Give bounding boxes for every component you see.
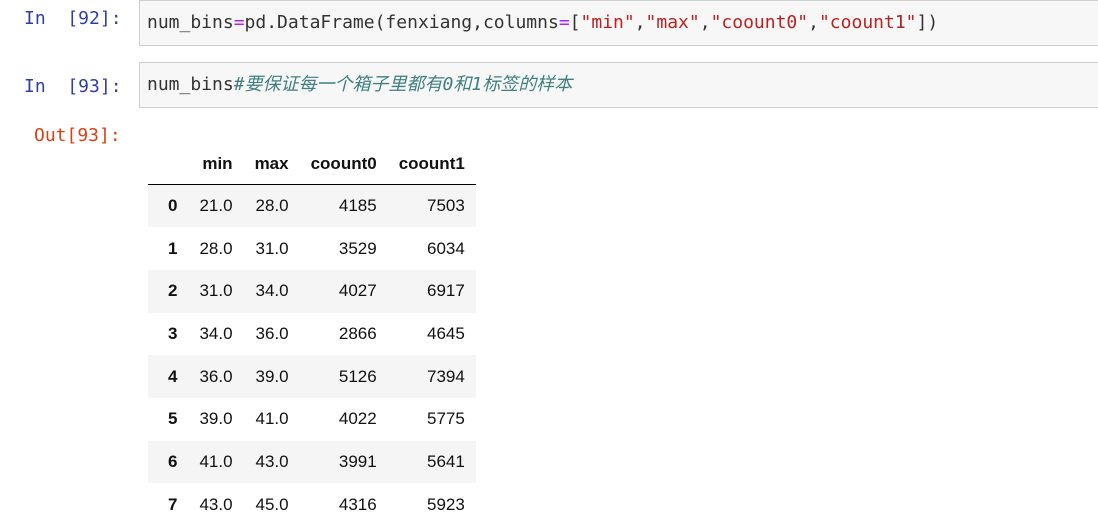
cell-max: 36.0	[255, 323, 289, 343]
column-header-coount0: coount0	[299, 143, 388, 185]
table-header-row: min max coount0 coount1	[148, 143, 476, 185]
cell-min: 28.0	[199, 238, 233, 258]
code-token-op: =	[233, 12, 245, 33]
code-token-str: "coount1"	[818, 12, 917, 33]
code-cell-92[interactable]: num_bins=pd.DataFrame(fenxiang,columns=[…	[139, 0, 1098, 46]
cell-coount0: 5126	[338, 366, 377, 386]
cell-min: 36.0	[199, 366, 233, 386]
code-token-str: "coount0"	[710, 12, 809, 33]
cell-coount1: 6034	[426, 238, 465, 258]
code-token-str: "max"	[645, 12, 700, 33]
input-prompt-93: In [93]:	[24, 76, 122, 97]
row-index: 7	[168, 494, 178, 514]
table-row: 5 39.0 41.0 4022 5775	[148, 398, 476, 441]
cell-coount1: 7503	[426, 196, 465, 216]
cell-coount1: 4645	[426, 323, 465, 343]
cell-coount0: 4185	[338, 196, 377, 216]
row-index: 6	[168, 451, 178, 471]
cell-max: 39.0	[255, 366, 289, 386]
row-index: 1	[168, 238, 178, 258]
table-row: 3 34.0 36.0 2866 4645	[148, 313, 476, 356]
row-index: 0	[168, 196, 178, 216]
dataframe-output-table: min max coount0 coount1 0 21.0 28.0 4185…	[148, 143, 476, 520]
code-cell-93[interactable]: num_bins#要保证每一个箱子里都有0和1标签的样本	[139, 62, 1098, 108]
cell-max: 45.0	[255, 494, 289, 514]
cell-coount0: 4027	[338, 281, 377, 301]
cell-coount1: 7394	[426, 366, 465, 386]
code-token-comment: #要保证每一个箱子里都有0和1标签的样本	[233, 74, 573, 95]
row-index: 2	[168, 281, 178, 301]
cell-max: 43.0	[255, 451, 289, 471]
cell-min: 34.0	[199, 323, 233, 343]
cell-min: 43.0	[199, 494, 233, 514]
cell-max: 34.0	[255, 281, 289, 301]
cell-min: 41.0	[199, 451, 233, 471]
code-token-default: num_bins	[147, 74, 234, 95]
index-header-cell	[148, 143, 189, 185]
column-header-max: max	[243, 143, 300, 185]
code-token-default: ,	[699, 12, 711, 33]
code-token-default: ,	[808, 12, 819, 33]
output-prompt-93: Out[93]:	[34, 125, 121, 146]
cell-min: 39.0	[199, 409, 233, 429]
table-row: 6 41.0 43.0 3991 5641	[148, 440, 476, 484]
code-token-op: =	[558, 12, 570, 33]
cell-coount1: 5775	[426, 409, 465, 429]
cell-max: 41.0	[255, 409, 289, 429]
code-token-str: "min"	[580, 12, 635, 33]
code-token-default: num_bins	[147, 12, 234, 33]
cell-min: 31.0	[199, 281, 233, 301]
code-token-default: ,	[634, 12, 646, 33]
column-header-min: min	[188, 143, 244, 185]
column-header-coount1: coount1	[387, 143, 476, 185]
cell-coount0: 4022	[338, 409, 377, 429]
row-index: 4	[168, 366, 178, 386]
cell-coount0: 3991	[338, 451, 377, 471]
table-row: 2 31.0 34.0 4027 6917	[148, 269, 476, 313]
cell-coount1: 6917	[426, 281, 465, 301]
cell-max: 28.0	[255, 196, 289, 216]
table-row: 7 43.0 45.0 4316 5923	[148, 483, 476, 520]
cell-coount1: 5923	[426, 494, 465, 514]
code-token-default: pd.DataFrame(fenxiang,columns	[244, 12, 559, 33]
cell-coount0: 3529	[338, 238, 377, 258]
cell-coount1: 5641	[426, 451, 465, 471]
code-token-default: ])	[916, 12, 939, 33]
code-token-default: [	[569, 12, 581, 33]
input-prompt-92: In [92]:	[24, 8, 122, 29]
cell-coount0: 2866	[338, 323, 377, 343]
cell-min: 21.0	[199, 196, 233, 216]
table-row: 4 36.0 39.0 5126 7394	[148, 355, 476, 398]
table-row: 0 21.0 28.0 4185 7503	[148, 184, 476, 228]
cell-coount0: 4316	[338, 494, 377, 514]
cell-max: 31.0	[255, 238, 289, 258]
table-row: 1 28.0 31.0 3529 6034	[148, 227, 476, 270]
row-index: 3	[168, 323, 178, 343]
row-index: 5	[168, 409, 178, 429]
